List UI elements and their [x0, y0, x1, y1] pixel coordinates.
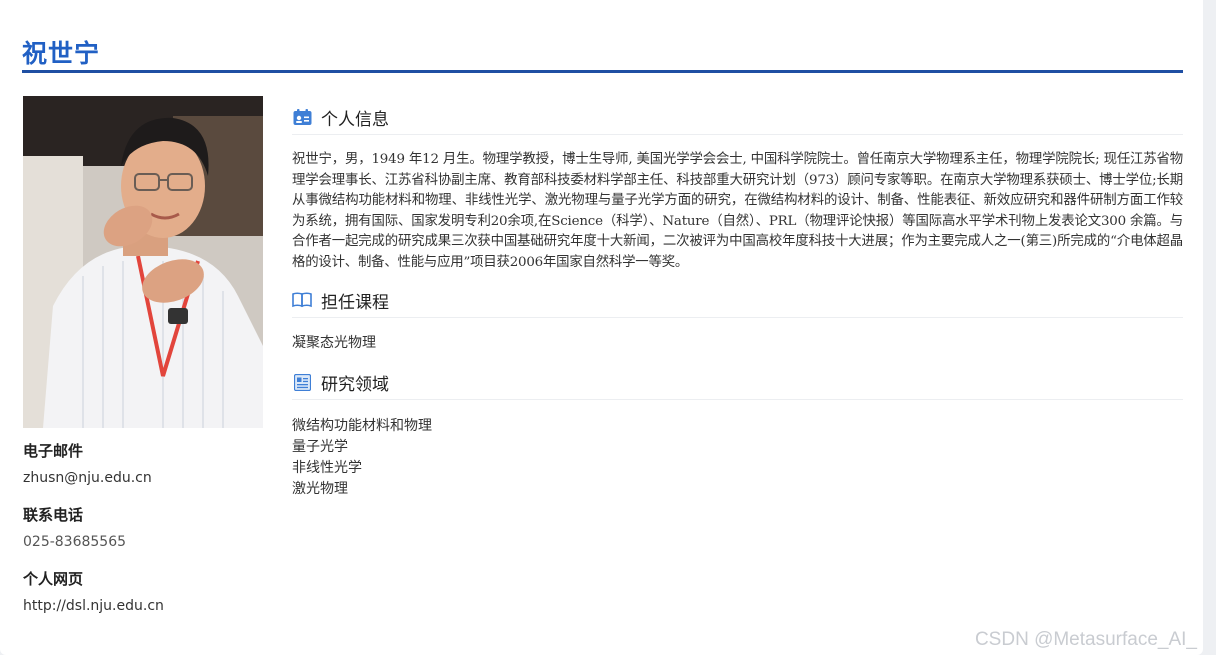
email-value[interactable]: zhusn@nju.edu.cn	[23, 468, 263, 488]
personal-bio: 祝世宁，男，1949 年12 月生。物理学教授，博士生导师, 美国光学学会会士,…	[292, 152, 1183, 270]
phone-label: 联系电话	[23, 506, 84, 524]
list-item: 量子光学	[292, 439, 348, 455]
section-title-research: 研究领域	[321, 374, 389, 395]
id-card-icon	[292, 107, 312, 127]
section-title-courses: 担任课程	[321, 292, 389, 313]
homepage-label: 个人网页	[23, 570, 84, 588]
homepage-link[interactable]: http://dsl.nju.edu.cn	[23, 596, 263, 616]
document-icon	[292, 372, 312, 392]
list-item: 非线性光学	[292, 460, 362, 476]
portrait-image	[23, 96, 263, 428]
profile-card: 祝世宁 电子邮件 zhusn@nju.edu.cn 联系电话 025-83685…	[0, 0, 1203, 655]
page-title: 祝世宁	[22, 39, 101, 68]
phone-value: 025-83685565	[23, 534, 127, 550]
section-header-courses: 担任课程	[292, 283, 1183, 318]
profile-photo	[23, 96, 263, 428]
research-list: 微结构功能材料和物理 量子光学 非线性光学 激光物理	[292, 416, 1183, 500]
email-label: 电子邮件	[23, 442, 84, 460]
section-header-research: 研究领域	[292, 365, 1183, 400]
page-header: 祝世宁	[22, 30, 1183, 73]
course-item: 凝聚态光物理	[292, 335, 376, 351]
watermark-text: CSDN @Metasurface_AI_	[974, 629, 1197, 650]
section-title-personal: 个人信息	[321, 109, 389, 130]
section-header-personal: 个人信息	[292, 100, 1183, 135]
main-content: 个人信息 祝世宁，男，1949 年12 月生。物理学教授，博士生导师, 美国光学…	[292, 100, 1183, 500]
book-icon	[292, 290, 312, 310]
contact-info: 电子邮件 zhusn@nju.edu.cn 联系电话 025-83685565 …	[23, 440, 263, 632]
list-item: 激光物理	[292, 481, 348, 497]
list-item: 微结构功能材料和物理	[292, 418, 432, 434]
